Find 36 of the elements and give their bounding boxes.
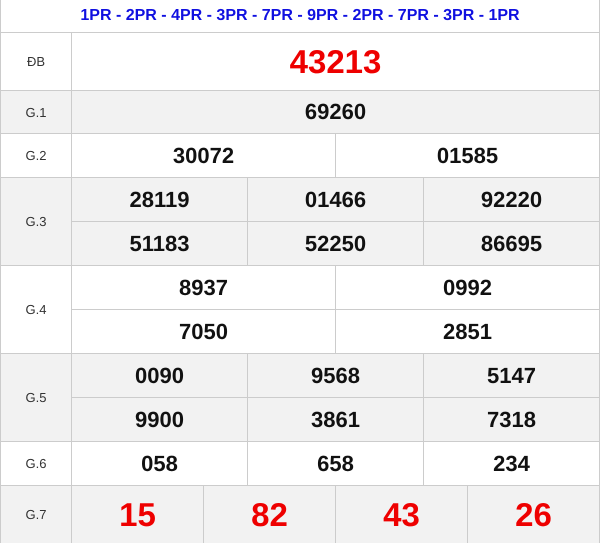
winning-number: 5147 xyxy=(487,362,536,388)
winning-number: 86695 xyxy=(480,230,542,256)
winning-number: 26 xyxy=(515,496,552,534)
winning-number: 51183 xyxy=(130,230,190,256)
winning-number: 69260 xyxy=(304,99,366,125)
winning-number: 43 xyxy=(383,496,420,534)
winning-number: 30072 xyxy=(172,142,234,168)
winning-number: 28119 xyxy=(130,186,190,212)
winning-number: 01585 xyxy=(436,142,498,168)
winning-number: 43213 xyxy=(290,42,382,80)
winning-number: 7318 xyxy=(487,406,536,432)
prize-label: G.6 xyxy=(1,442,72,485)
winning-number: 0992 xyxy=(443,274,492,300)
winning-number: 2851 xyxy=(443,318,492,344)
prize-label: G.2 xyxy=(1,134,72,177)
winning-number: 7050 xyxy=(179,318,228,344)
prize-label: G.5 xyxy=(1,354,72,441)
winning-number: 92220 xyxy=(480,186,542,212)
prize-label: ĐB xyxy=(1,33,72,90)
prize-label: G.4 xyxy=(1,266,72,353)
winning-number: 01466 xyxy=(304,186,366,212)
winning-number: 52250 xyxy=(304,230,366,256)
winning-number: 15 xyxy=(119,496,156,534)
winning-number: 658 xyxy=(317,450,354,476)
prize-label: G.7 xyxy=(1,486,72,543)
winning-number: 234 xyxy=(493,450,530,476)
province-sequence: 1PR - 2PR - 4PR - 3PR - 7PR - 9PR - 2PR - 7PR - 3PR - 1PR xyxy=(80,7,520,25)
winning-number: 3861 xyxy=(311,406,360,432)
winning-number: 8937 xyxy=(179,274,228,300)
winning-number: 058 xyxy=(141,450,178,476)
prize-label: G.1 xyxy=(1,91,72,133)
winning-number: 9568 xyxy=(311,362,360,388)
winning-number: 82 xyxy=(251,496,288,534)
winning-number: 9900 xyxy=(135,406,184,432)
prize-label: G.3 xyxy=(1,178,72,265)
winning-number: 0090 xyxy=(135,362,184,388)
